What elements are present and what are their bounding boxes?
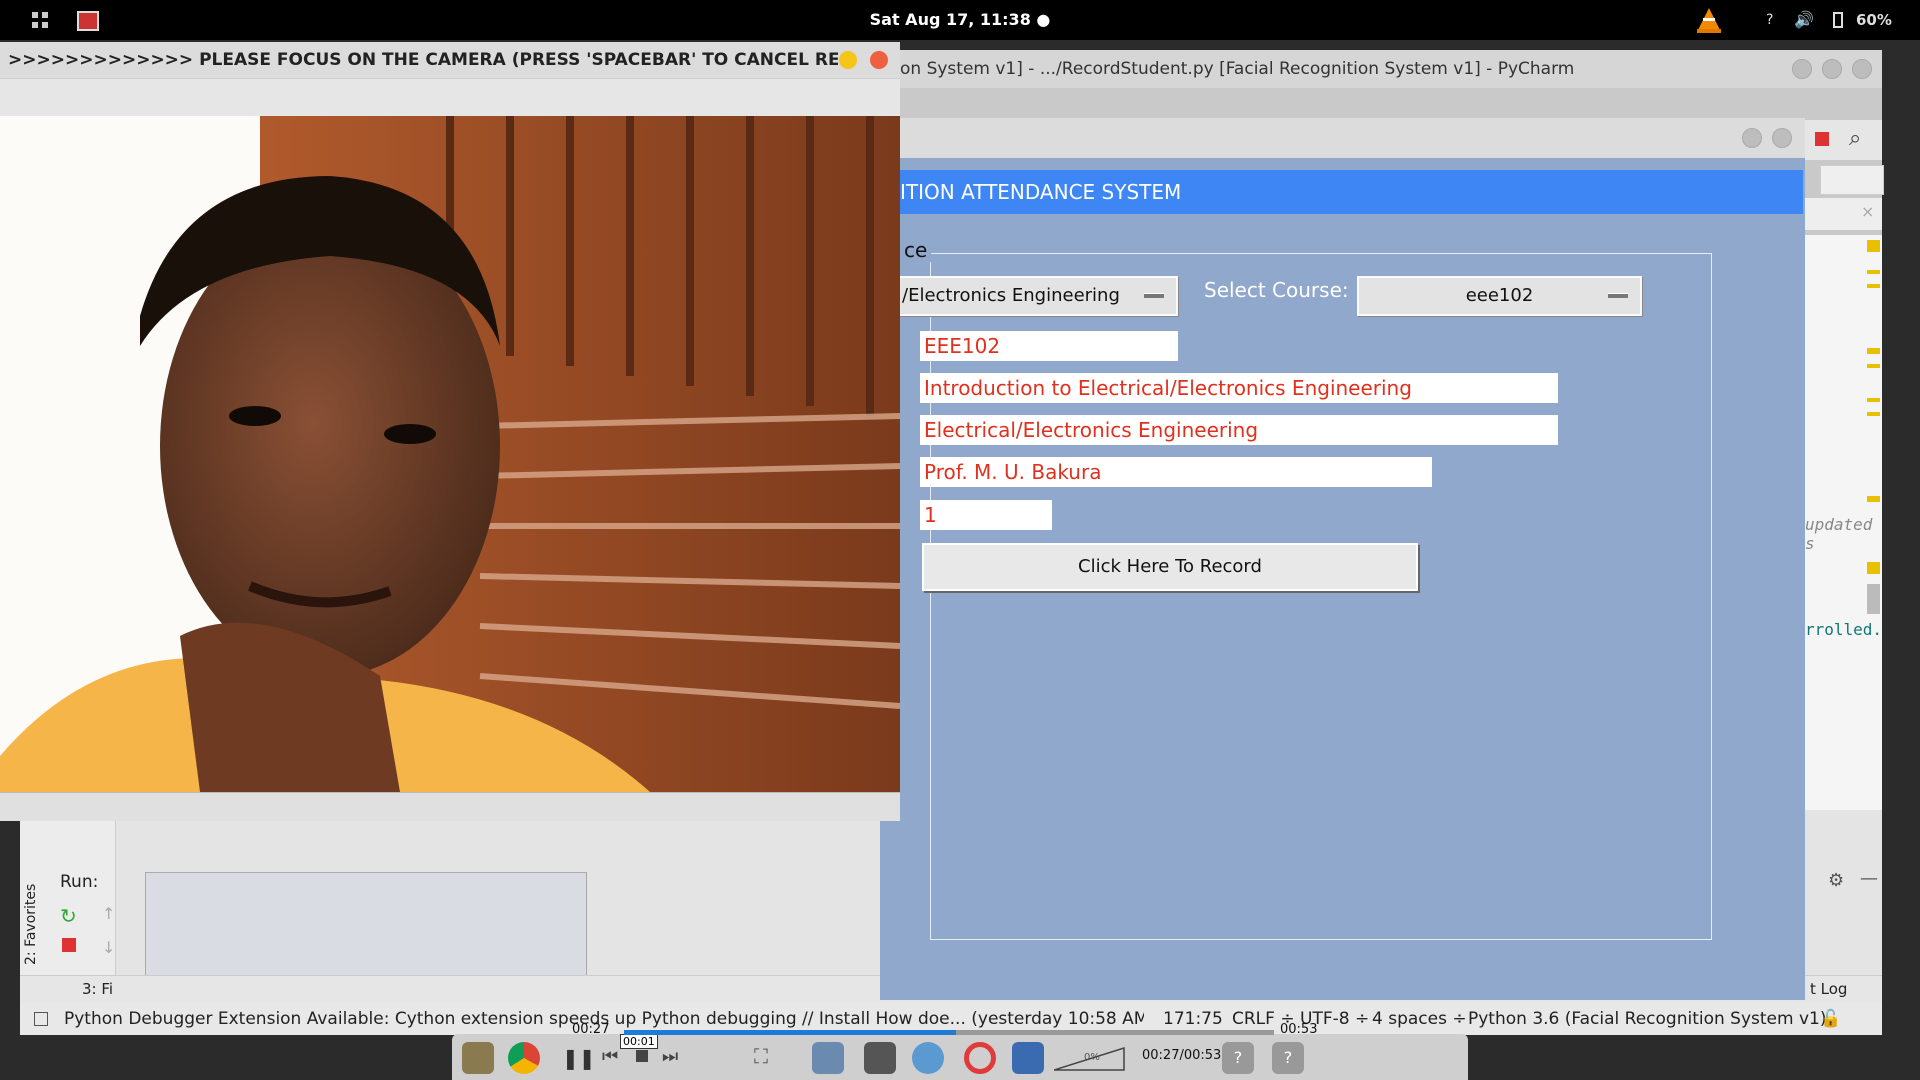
dropdown-icon (1144, 293, 1164, 298)
top-panel: Sat Aug 17, 11:38 ● ? 🔊 60% (0, 0, 1920, 40)
course-select-value: eee102 (1465, 285, 1534, 306)
stop-media-icon[interactable] (636, 1050, 648, 1062)
help-icon[interactable]: ? (1272, 1042, 1304, 1074)
pycharm-title: on System v1] - .../RecordStudent.py [Fa… (900, 59, 1575, 79)
editor-tab-bar: × (1805, 198, 1882, 230)
help-indicator[interactable]: ? (1766, 0, 1773, 40)
status-toggle-icon[interactable] (34, 1012, 48, 1026)
editor-gutter-markers (1867, 240, 1880, 760)
camera-titlebar[interactable]: >>>>>>>>>>>>> PLEASE FOCUS ON THE CAMERA… (0, 42, 900, 78)
down-arrow-icon[interactable]: ↓ (102, 938, 115, 957)
camera-feed (0, 116, 900, 792)
lock-icon[interactable]: 🔓 (1820, 1003, 1841, 1035)
fullscreen-icon[interactable]: ⛶ (754, 1044, 768, 1068)
pause-icon[interactable]: ❚❚ (562, 1046, 596, 1070)
stop-icon[interactable] (1815, 132, 1829, 146)
chrome-icon[interactable] (508, 1042, 540, 1074)
department-select[interactable]: /Electronics Engineering (880, 276, 1178, 316)
terminal-icon[interactable] (864, 1042, 896, 1074)
event-log-tab[interactable]: t Log (1810, 980, 1847, 998)
app-minimize-button[interactable] (1742, 128, 1762, 148)
pycharm-toolbar-right: ⌕ (1805, 120, 1882, 160)
interpreter-selector[interactable]: Python 3.6 (Facial Recognition System v1… (1468, 1003, 1826, 1035)
camera-image (0, 116, 900, 792)
editor-tab-strip (1820, 165, 1884, 195)
volume-icon[interactable]: 🔊 (1794, 0, 1814, 40)
clock[interactable]: Sat Aug 17, 11:38 ● (0, 0, 1920, 40)
stop-run-icon[interactable] (62, 938, 76, 952)
camera-toolbar (0, 78, 900, 118)
vlc-cone-icon[interactable] (1694, 6, 1724, 38)
close-tab-icon[interactable]: × (1861, 202, 1874, 221)
course-select[interactable]: eee102 (1357, 276, 1642, 316)
code-editor[interactable]: updated s rrolled. (1805, 235, 1882, 825)
opera-icon[interactable] (964, 1042, 996, 1074)
pycharm-maximize-button[interactable] (1822, 59, 1842, 79)
minimize-panel-icon[interactable]: — (1860, 868, 1878, 889)
indent-setting[interactable]: 4 spaces ÷ (1372, 1003, 1467, 1035)
seek-bar[interactable] (624, 1030, 1274, 1035)
seek-progress (624, 1030, 956, 1035)
level-field[interactable]: 1 (920, 500, 1052, 530)
app-header-title: ITION ATTENDANCE SYSTEM (900, 180, 1182, 204)
media-player-bar: 00:01 00:27 00:53 ❚❚ ⏮ ⏭ ⛶ 0% 00:27/00:5… (452, 1022, 1468, 1080)
gear-icon[interactable]: ⚙ (1828, 870, 1844, 891)
rerun-icon[interactable]: ↻ (60, 904, 77, 928)
app-icon[interactable] (812, 1042, 844, 1074)
find-tab[interactable]: 3: Fi (82, 980, 113, 998)
battery-percent: 60% (1856, 11, 1892, 29)
camera-minimize-button[interactable] (839, 51, 857, 69)
course-code-field[interactable]: EEE102 (920, 331, 1178, 361)
elapsed-time: 00:27 (572, 1022, 610, 1037)
pycharm-minimize-button[interactable] (1792, 59, 1812, 79)
app-header: ITION ATTENDANCE SYSTEM (880, 170, 1803, 214)
favorites-tab[interactable]: 2: Favorites (23, 884, 39, 965)
camera-app-icon[interactable] (462, 1042, 494, 1074)
help-icon[interactable]: ? (1222, 1042, 1254, 1074)
camera-window: >>>>>>>>>>>>> PLEASE FOCUS ON THE CAMERA… (0, 42, 900, 821)
pycharm-close-button[interactable] (1852, 59, 1872, 79)
next-icon[interactable]: ⏭ (662, 1046, 678, 1067)
time-readout: 00:27/00:53 (1142, 1048, 1222, 1063)
camera-title: >>>>>>>>>>>>> PLEASE FOCUS ON THE CAMERA… (8, 50, 838, 70)
lecturer-field[interactable]: Prof. M. U. Bakura (920, 457, 1432, 487)
department-select-value: /Electronics Engineering (902, 285, 1120, 306)
app-icon[interactable] (912, 1042, 944, 1074)
camera-statusbar (0, 792, 900, 821)
record-button[interactable]: Click Here To Record (922, 543, 1418, 591)
course-title-field[interactable]: Introduction to Electrical/Electronics E… (920, 373, 1558, 403)
department-field[interactable]: Electrical/Electronics Engineering (920, 415, 1558, 445)
app-close-button[interactable] (1772, 128, 1792, 148)
volume-slider[interactable] (1054, 1046, 1126, 1072)
total-time: 00:53 (1280, 1022, 1318, 1037)
run-label: Run: (60, 872, 99, 892)
seek-tooltip: 00:01 (620, 1034, 658, 1049)
group-label: ce (900, 238, 932, 262)
app-icon[interactable] (1012, 1042, 1044, 1074)
camera-close-button[interactable] (870, 51, 888, 69)
previous-icon[interactable]: ⏮ (602, 1046, 618, 1067)
dropdown-icon (1608, 293, 1628, 298)
select-course-label: Select Course: (1204, 278, 1349, 302)
app-titlebar[interactable] (880, 118, 1805, 158)
search-icon[interactable]: ⌕ (1849, 126, 1861, 151)
up-arrow-icon[interactable]: ↑ (102, 904, 115, 923)
battery-icon[interactable] (1833, 12, 1843, 28)
